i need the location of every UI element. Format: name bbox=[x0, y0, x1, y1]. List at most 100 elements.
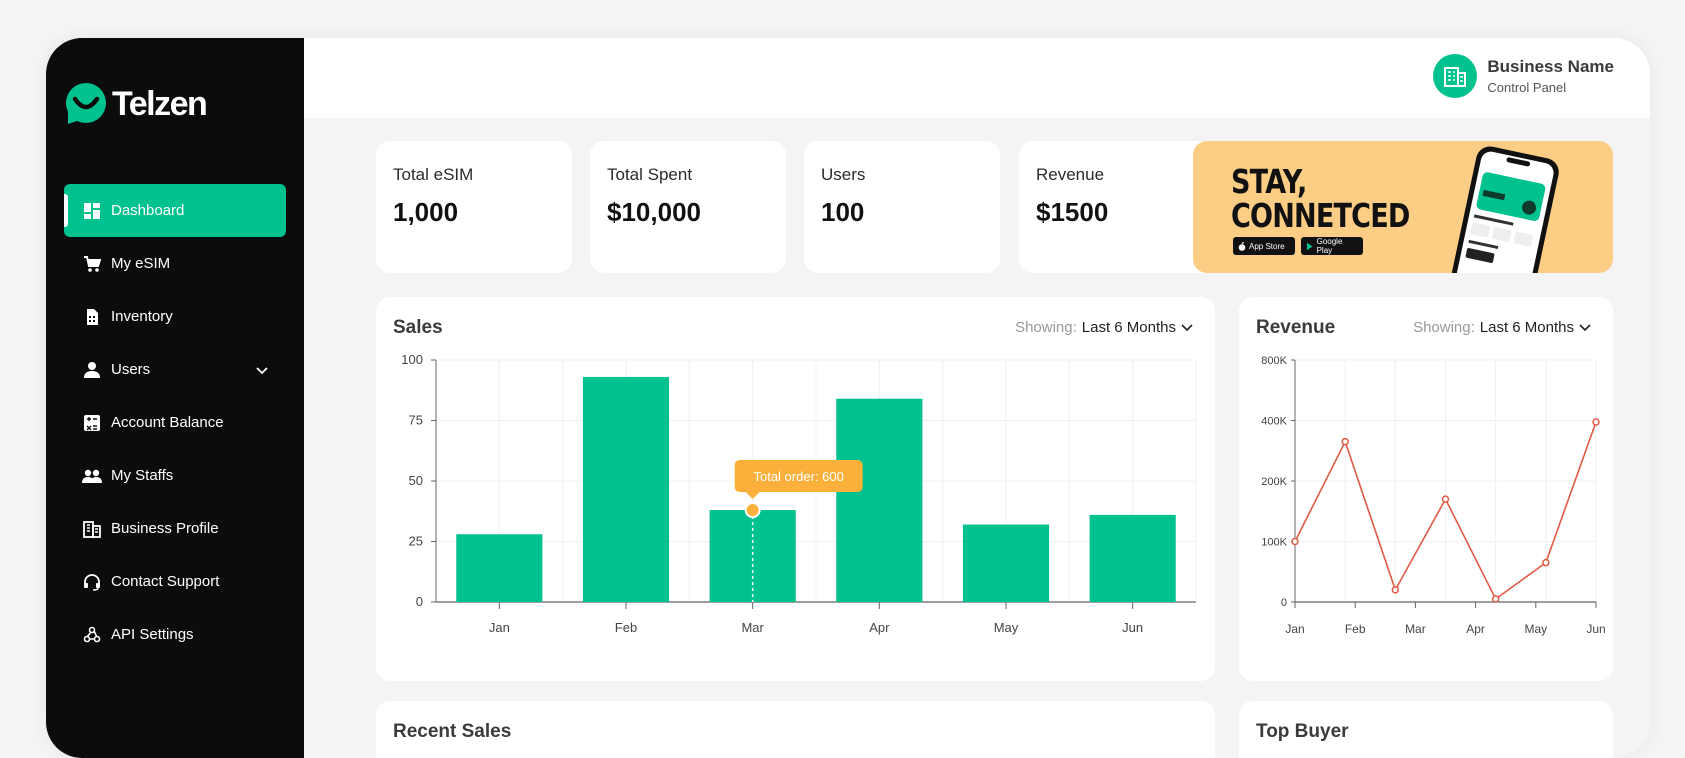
promo-title-line: STAY, bbox=[1231, 162, 1307, 201]
panel-title: Recent Sales bbox=[393, 721, 512, 742]
y-tick-label: 25 bbox=[409, 534, 423, 549]
sidebar-item-account-balance[interactable]: Account Balance bbox=[64, 396, 286, 449]
app-store-badge[interactable]: App Store bbox=[1233, 237, 1295, 255]
stat-label: Users bbox=[821, 165, 866, 184]
top-header: Business Name Control Panel bbox=[304, 38, 1650, 118]
revenue-line-chart: 0 100K 200K 400K 800K Jan Feb Mar Apr May Jun bbox=[1261, 355, 1605, 636]
stat-card-revenue: Revenue $1500 bbox=[1019, 141, 1215, 273]
business-account[interactable]: Business Name Control Panel bbox=[1433, 54, 1614, 98]
stat-card-total-spent: Total Spent $10,000 bbox=[590, 141, 786, 273]
y-tick-label: 400K bbox=[1261, 416, 1287, 428]
apple-icon bbox=[1238, 241, 1246, 251]
x-tick-label: Feb bbox=[615, 620, 637, 635]
x-tick-label: May bbox=[1524, 622, 1547, 636]
building-icon bbox=[1444, 67, 1467, 87]
sidebar-item-business-profile[interactable]: Business Profile bbox=[64, 502, 286, 555]
recent-sales-card: Recent Sales bbox=[376, 701, 1215, 758]
y-tick-label: 100 bbox=[401, 352, 423, 367]
sidebar-item-inventory[interactable]: Inventory bbox=[64, 290, 286, 343]
y-tick-label: 200K bbox=[1261, 476, 1287, 488]
sidebar-item-label: My Staffs bbox=[111, 467, 174, 484]
logo[interactable]: Telzen bbox=[64, 82, 208, 126]
sidebar-item-users[interactable]: Users bbox=[64, 343, 286, 396]
stat-value: 1,000 bbox=[393, 197, 459, 227]
data-point bbox=[1592, 418, 1600, 426]
sidebar-item-label: Account Balance bbox=[111, 414, 224, 431]
stat-value: $1500 bbox=[1036, 197, 1109, 227]
tooltip-point bbox=[744, 502, 761, 519]
stat-card-users: Users 100 bbox=[804, 141, 1000, 273]
data-point bbox=[1491, 595, 1500, 603]
x-tick-label: Jan bbox=[1285, 622, 1304, 636]
sidebar-item-label: Business Profile bbox=[111, 520, 219, 537]
x-tick-label: Mar bbox=[1405, 622, 1426, 636]
user-icon bbox=[82, 360, 102, 380]
sidebar-item-contact-support[interactable]: Contact Support bbox=[64, 555, 286, 608]
x-tick-label: Jun bbox=[1586, 622, 1605, 636]
business-avatar bbox=[1433, 54, 1478, 98]
x-tick-label: Feb bbox=[1345, 622, 1366, 636]
sidebar-item-dashboard[interactable]: Dashboard bbox=[64, 184, 286, 237]
sidebar-item-label: Contact Support bbox=[111, 573, 220, 590]
app-window: Telzen Dashboard My eSIM Inventory Users… bbox=[46, 38, 1650, 758]
google-play-badge[interactable]: Google Play bbox=[1301, 237, 1363, 255]
revenue-chart-card: Revenue Showing: Last 6 Months 0 100K 200K… bbox=[1239, 297, 1613, 681]
sales-bar-chart: 0 25 50 75 100 Jan Feb Mar Apr May Jun Total order:… bbox=[401, 352, 1197, 635]
calculator-icon bbox=[82, 413, 102, 433]
stat-label: Total eSIM bbox=[393, 165, 474, 184]
y-tick-label: 0 bbox=[416, 594, 423, 609]
y-tick-label: 75 bbox=[409, 413, 423, 428]
top-buyer-card: Top Buyer bbox=[1239, 701, 1613, 758]
sidebar-item-label: My eSIM bbox=[111, 255, 171, 272]
tooltip-arrow bbox=[745, 492, 760, 500]
sidebar-item-api-settings[interactable]: API Settings bbox=[64, 608, 286, 661]
sidebar: Telzen Dashboard My eSIM Inventory Users… bbox=[46, 38, 304, 758]
x-tick-label: May bbox=[994, 620, 1019, 635]
y-tick-label: 100K bbox=[1261, 537, 1287, 549]
x-tick-label: Apr bbox=[1466, 622, 1485, 636]
cart-icon bbox=[82, 254, 102, 274]
stat-label: Revenue bbox=[1036, 165, 1105, 184]
logo-text: Telzen bbox=[112, 84, 208, 123]
data-point bbox=[1542, 558, 1550, 567]
sidebar-item-label: API Settings bbox=[111, 626, 194, 643]
sidebar-item-label: Inventory bbox=[111, 308, 173, 325]
sidebar-item-my-esim[interactable]: My eSIM bbox=[64, 237, 286, 290]
data-point bbox=[1291, 537, 1299, 546]
stat-value: $10,000 bbox=[607, 197, 701, 227]
sales-chart-card: Sales Showing: Last 6 Months 0 25 50 75 100 J… bbox=[376, 297, 1215, 681]
bar-jan bbox=[456, 534, 543, 602]
telzen-logo-icon bbox=[66, 83, 106, 124]
play-icon bbox=[1306, 242, 1313, 250]
chevron-down-icon[interactable] bbox=[256, 362, 268, 379]
promo-banner[interactable]: STAY, CONNETCED App Store Google Play bbox=[1193, 141, 1613, 273]
dashboard-icon bbox=[82, 201, 102, 221]
stat-value: 100 bbox=[821, 197, 865, 227]
x-tick-label: Jan bbox=[489, 620, 510, 635]
tooltip-text: Total order: 600 bbox=[753, 469, 843, 484]
stat-card-total-esim: Total eSIM 1,000 bbox=[376, 141, 572, 273]
y-tick-label: 0 bbox=[1281, 597, 1287, 609]
headset-icon bbox=[82, 572, 102, 592]
panel-title: Top Buyer bbox=[1256, 721, 1349, 742]
bar-may bbox=[962, 524, 1050, 602]
x-tick-label: Jun bbox=[1122, 620, 1143, 635]
business-name: Business Name bbox=[1487, 57, 1614, 76]
phone-mockup bbox=[1450, 146, 1559, 273]
stat-label: Total Spent bbox=[607, 165, 693, 184]
x-tick-label: Apr bbox=[869, 620, 890, 635]
x-tick-label: Mar bbox=[741, 620, 764, 635]
data-point bbox=[1341, 437, 1349, 446]
bar-jun bbox=[1089, 514, 1176, 602]
google-play-label: Google Play bbox=[1316, 237, 1343, 255]
sidebar-item-my-staffs[interactable]: My Staffs bbox=[64, 449, 286, 502]
y-tick-label: 800K bbox=[1261, 355, 1287, 367]
bar-feb bbox=[582, 376, 670, 602]
building-icon bbox=[82, 519, 102, 539]
promo-title-line: CONNETCED bbox=[1231, 196, 1410, 235]
bar-apr bbox=[836, 398, 923, 602]
business-subtitle: Control Panel bbox=[1487, 80, 1567, 95]
y-tick-label: 50 bbox=[409, 473, 423, 488]
sim-card-icon bbox=[82, 307, 102, 327]
webhook-icon bbox=[82, 625, 102, 645]
